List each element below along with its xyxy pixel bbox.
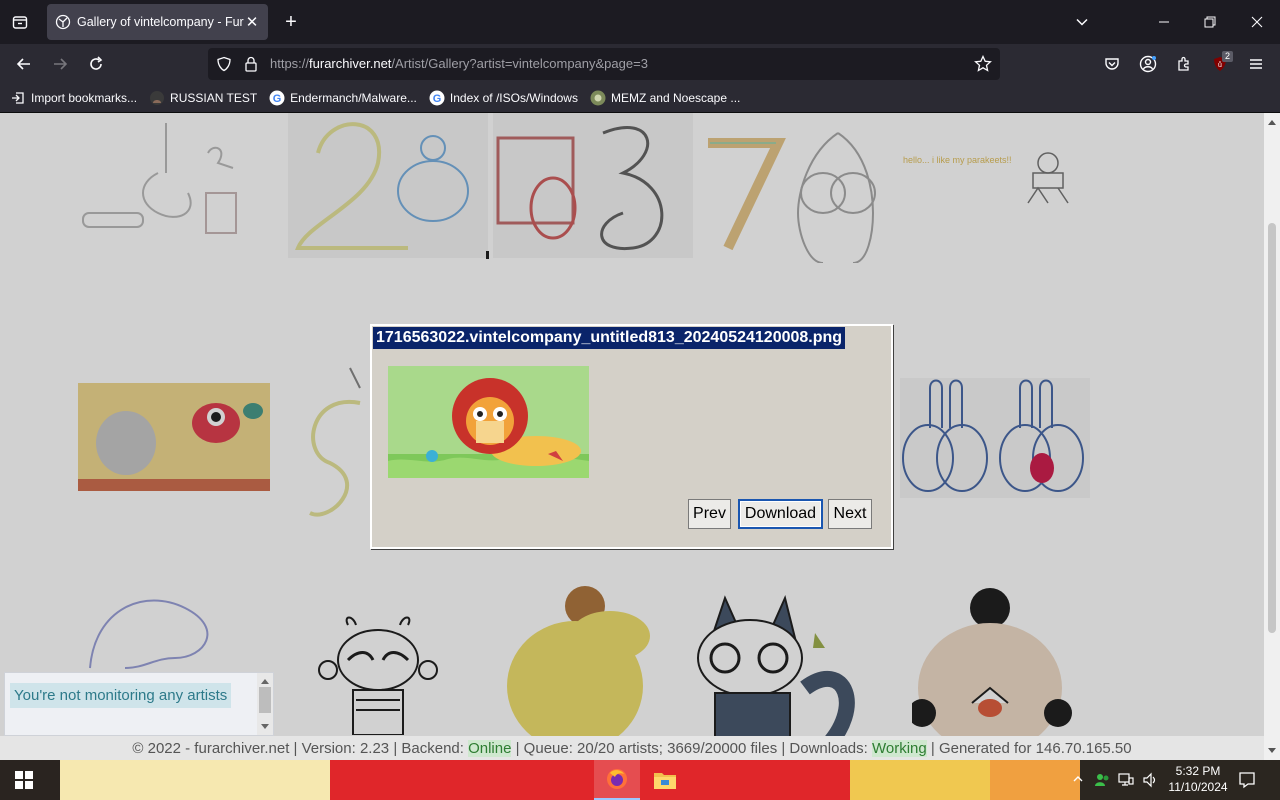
scroll-up-icon[interactable]: [260, 677, 270, 685]
monitoring-status-text: You're not monitoring any artists: [10, 683, 232, 708]
bookmark-star-icon[interactable]: [974, 54, 992, 78]
scroll-down-icon[interactable]: [1267, 747, 1277, 755]
back-arrow-icon: [16, 58, 30, 70]
dialog-title: 1716563022.vintelcompany_untitled813_202…: [373, 327, 846, 349]
bookmark-memz[interactable]: MEMZ and Noescape ...: [590, 90, 740, 106]
extensions-button[interactable]: [1168, 48, 1200, 80]
prev-button[interactable]: Prev: [688, 499, 731, 529]
import-icon: [10, 90, 26, 106]
tab-list-icon: [12, 16, 28, 29]
page-footer: © 2022 - furarchiver.net | Version: 2.23…: [0, 736, 1264, 760]
page-scrollbar[interactable]: [1264, 113, 1280, 760]
minimize-icon: [1159, 21, 1169, 23]
downloads-status-badge: Working: [871, 740, 927, 757]
start-button[interactable]: [0, 760, 48, 800]
windows-taskbar: 5:32 PM 11/10/2024: [0, 760, 1280, 800]
folder-icon: [654, 773, 676, 789]
ublock-button[interactable]: ů 2: [1204, 48, 1236, 80]
next-button[interactable]: Next: [828, 499, 872, 529]
pocket-button[interactable]: [1096, 48, 1128, 80]
volume-icon[interactable]: [1142, 772, 1158, 793]
restore-icon: [1204, 16, 1216, 28]
scroll-down-icon[interactable]: [260, 723, 270, 731]
reload-icon: [90, 56, 103, 70]
taskbar-file-explorer[interactable]: [642, 760, 688, 800]
close-window-button[interactable]: [1234, 0, 1280, 44]
memz-icon: [590, 90, 606, 106]
tab-close-icon[interactable]: ✕: [244, 14, 260, 31]
windows-logo-icon: [15, 771, 33, 789]
notification-icon[interactable]: [1238, 771, 1256, 794]
lock-icon[interactable]: [244, 56, 258, 77]
minimize-button[interactable]: [1141, 0, 1187, 44]
tab-title: Gallery of vintelcompany - Fura: [77, 15, 244, 29]
bookmark-import[interactable]: Import bookmarks...: [10, 90, 137, 106]
bookmark-endermanch[interactable]: G Endermanch/Malware...: [269, 90, 417, 106]
bookmarks-toolbar: Import bookmarks... RUSSIAN TEST G Ender…: [0, 84, 1280, 113]
tab-strip: Gallery of vintelcompany - Fura ✕ +: [0, 0, 1280, 44]
close-icon: [1251, 16, 1263, 28]
show-hidden-icons-chevron-icon[interactable]: [1072, 772, 1084, 790]
chevron-down-icon: [1076, 18, 1088, 26]
forward-arrow-icon: [54, 58, 68, 70]
clock-date: 11/10/2024: [1168, 780, 1228, 794]
google-g-icon: G: [429, 90, 445, 106]
site-favicon-icon: [55, 14, 71, 30]
bookmark-isos-windows[interactable]: G Index of /ISOs/Windows: [429, 90, 578, 106]
image-preview[interactable]: [388, 366, 589, 478]
scrollbar-thumb[interactable]: [259, 687, 271, 713]
new-tab-button[interactable]: +: [279, 10, 303, 34]
svg-text:G: G: [433, 93, 442, 105]
people-icon[interactable]: [1094, 771, 1112, 794]
active-tab[interactable]: Gallery of vintelcompany - Fura ✕: [47, 4, 268, 40]
firefox-icon: [607, 769, 627, 789]
scroll-up-icon[interactable]: [1267, 118, 1277, 126]
forward-button[interactable]: [44, 48, 76, 80]
app-menu-button[interactable]: [1240, 48, 1272, 80]
ublock-badge: 2: [1222, 51, 1234, 62]
taskbar-firefox[interactable]: [594, 760, 640, 800]
pocket-icon: [1105, 58, 1119, 70]
svg-text:G: G: [273, 93, 282, 105]
download-button[interactable]: Download: [738, 499, 823, 529]
page-content: hello... i like my parakeets!! 171656302…: [0, 113, 1264, 760]
list-all-tabs-button[interactable]: [1059, 0, 1105, 44]
tab-list-button[interactable]: [0, 0, 40, 44]
image-preview-dialog: 1716563022.vintelcompany_untitled813_202…: [370, 324, 893, 549]
svg-text:ů: ů: [1218, 61, 1222, 69]
reload-button[interactable]: [80, 48, 112, 80]
restore-button[interactable]: [1187, 0, 1233, 44]
account-button[interactable]: [1132, 48, 1164, 80]
network-icon[interactable]: [1118, 772, 1134, 793]
navigation-toolbar: https://furarchiver.net/Artist/Gallery?a…: [0, 44, 1280, 84]
google-g-icon: G: [269, 90, 285, 106]
monitoring-panel: You're not monitoring any artists: [4, 672, 274, 736]
clock-time: 5:32 PM: [1175, 764, 1221, 778]
tracking-shield-icon[interactable]: [216, 56, 232, 77]
github-cat-icon: [149, 90, 165, 106]
account-icon: [1139, 55, 1157, 73]
back-button[interactable]: [8, 48, 40, 80]
backend-status-badge: Online: [468, 740, 512, 757]
monitoring-scrollbar[interactable]: [257, 673, 273, 735]
puzzle-icon: [1178, 56, 1189, 71]
hamburger-menu-icon: [1250, 59, 1262, 69]
url-text: https://furarchiver.net/Artist/Gallery?a…: [270, 56, 648, 71]
bookmark-russian-test[interactable]: RUSSIAN TEST: [149, 90, 257, 106]
system-clock[interactable]: 5:32 PM 11/10/2024: [1160, 763, 1236, 795]
page-scrollbar-thumb[interactable]: [1268, 223, 1276, 633]
url-bar[interactable]: https://furarchiver.net/Artist/Gallery?a…: [208, 48, 1000, 80]
